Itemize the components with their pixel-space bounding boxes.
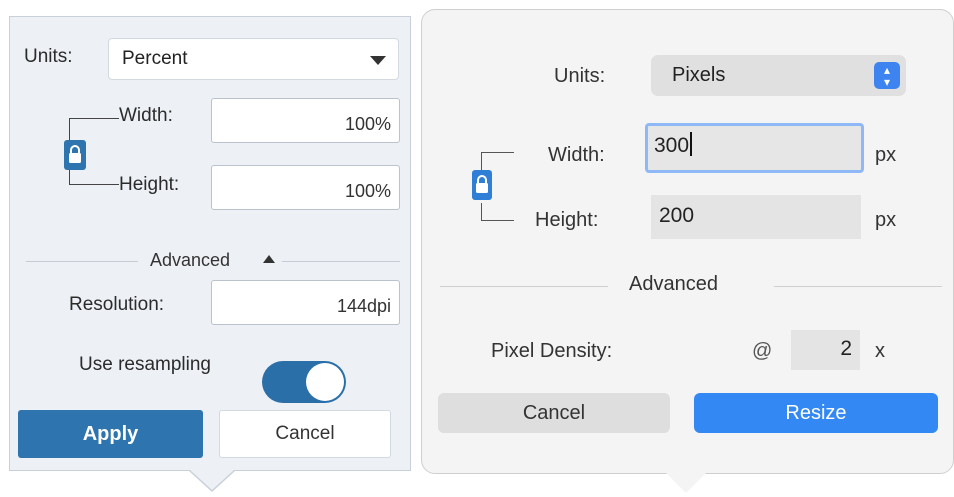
- lock-bracket-bottom: [481, 203, 514, 221]
- units-value: Pixels: [672, 64, 726, 86]
- advanced-divider-right: [282, 261, 400, 262]
- advanced-label: Advanced: [629, 273, 718, 295]
- units-popup[interactable]: Pixels ▴ ▾: [651, 55, 906, 96]
- resampling-toggle[interactable]: [262, 361, 346, 403]
- updown-stepper-icon: ▴ ▾: [874, 62, 900, 89]
- units-dropdown[interactable]: Percent: [108, 38, 399, 80]
- width-value: 300: [654, 134, 690, 157]
- units-label: Units:: [24, 46, 73, 67]
- resolution-label: Resolution:: [69, 294, 165, 315]
- cancel-button[interactable]: Cancel: [219, 410, 391, 458]
- width-label: Width:: [119, 105, 173, 126]
- height-label: Height:: [535, 209, 599, 231]
- density-input[interactable]: 2: [791, 330, 860, 370]
- height-input[interactable]: 100%: [211, 165, 400, 210]
- left-panel-pointer: [190, 470, 234, 490]
- resampling-label: Use resampling: [79, 354, 211, 375]
- right-panel-pointer: [666, 473, 706, 493]
- pixel-density-label: Pixel Density:: [491, 340, 613, 362]
- chevron-down-icon: [370, 56, 386, 65]
- units-label: Units:: [554, 65, 606, 87]
- width-input[interactable]: 100%: [211, 98, 400, 143]
- height-input[interactable]: 200: [651, 195, 861, 239]
- toggle-knob: [306, 363, 344, 401]
- advanced-divider-left: [26, 261, 138, 262]
- advanced-divider-right: [774, 286, 942, 287]
- left-resize-popover: Units: Percent Width: 100% Height: 100% …: [9, 16, 411, 471]
- height-label: Height:: [119, 174, 180, 195]
- chevron-up-icon[interactable]: [263, 255, 275, 263]
- density-suffix: x: [875, 340, 885, 362]
- width-label: Width:: [548, 144, 605, 166]
- lock-bracket-bottom: [69, 169, 119, 185]
- advanced-toggle[interactable]: Advanced: [150, 250, 230, 271]
- lock-bracket-top: [69, 118, 119, 141]
- text-cursor: [690, 132, 692, 156]
- height-unit: px: [875, 209, 897, 231]
- width-unit: px: [875, 144, 897, 166]
- lock-bracket-top: [481, 152, 514, 170]
- units-value: Percent: [122, 48, 188, 69]
- lock-icon[interactable]: [64, 140, 86, 170]
- advanced-divider-left: [440, 286, 608, 287]
- width-input[interactable]: 300: [645, 123, 864, 173]
- cancel-button[interactable]: Cancel: [438, 393, 670, 433]
- apply-button[interactable]: Apply: [18, 410, 203, 458]
- lock-icon[interactable]: [472, 170, 492, 200]
- resize-button[interactable]: Resize: [694, 393, 938, 433]
- resolution-input[interactable]: 144dpi: [211, 280, 400, 325]
- density-at: @: [752, 340, 773, 362]
